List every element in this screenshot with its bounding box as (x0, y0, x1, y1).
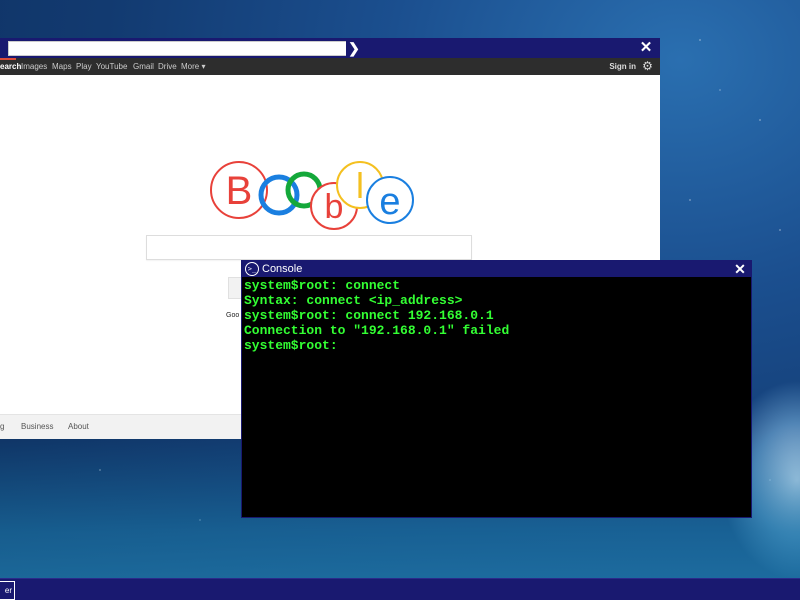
nav-link-images[interactable]: Images (21, 58, 47, 75)
console-titlebar[interactable]: >_ Console ✕ (242, 261, 751, 277)
footer-link-business[interactable]: Business (21, 415, 53, 439)
console-output[interactable]: system$root: connect Syntax: connect <ip… (244, 278, 749, 515)
console-close-button[interactable]: ✕ (732, 261, 748, 277)
logo-letter-e: e (379, 181, 400, 223)
start-button[interactable]: er (0, 581, 15, 600)
terminal-icon: >_ (245, 262, 259, 276)
search-input[interactable] (146, 235, 472, 260)
browser-close-button[interactable]: ✕ (638, 39, 654, 57)
logo-letter-l: l (356, 165, 364, 206)
titlebar-edge (0, 40, 6, 56)
nav-link-gmail[interactable]: Gmail (133, 58, 154, 75)
nav-link-play[interactable]: Play (76, 58, 92, 75)
nav-link-maps[interactable]: Maps (52, 58, 72, 75)
logo-letter-b2: b (325, 188, 344, 226)
console-line: system$root: connect 192.168.0.1 (244, 308, 494, 323)
footer-link-advertising[interactable]: g (0, 415, 4, 439)
nav-link-drive[interactable]: Drive (158, 58, 177, 75)
console-window: >_ Console ✕ system$root: connect Syntax… (241, 260, 752, 518)
taskbar: er (0, 578, 800, 600)
go-button[interactable]: ❯ (346, 40, 362, 56)
console-line: Connection to "192.168.0.1" failed (244, 323, 510, 338)
language-text: Goo (226, 312, 240, 319)
nav-link-search[interactable]: earch (0, 58, 21, 75)
footer-link-about[interactable]: About (68, 415, 89, 439)
nav-link-more[interactable]: More ▾ (181, 58, 205, 75)
gear-icon[interactable]: ⚙ (641, 60, 654, 73)
google-navbar: earch Images Maps Play YouTube Gmail Dri… (0, 58, 660, 75)
chevron-right-icon: ❯ (348, 40, 360, 56)
browser-titlebar[interactable]: ❯ ✕ (0, 38, 660, 58)
console-line: system$root: connect (244, 278, 401, 293)
console-line: Syntax: connect <ip_address> (244, 293, 463, 308)
console-prompt-line[interactable]: system$root: (244, 338, 749, 353)
logo-letter-b: B (226, 169, 253, 213)
sign-in-link[interactable]: Sign in (609, 58, 636, 75)
nav-link-youtube[interactable]: YouTube (96, 58, 127, 75)
console-title: Console (262, 263, 303, 275)
url-input[interactable] (8, 41, 354, 56)
